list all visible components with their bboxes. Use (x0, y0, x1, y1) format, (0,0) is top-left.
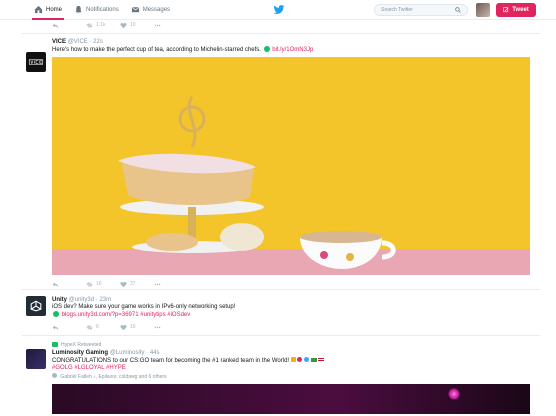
reply-button[interactable] (52, 324, 86, 331)
tweet-author-handle[interactable]: @VICE (68, 39, 88, 45)
verified-icon (263, 46, 270, 52)
heart-emoji-icon (304, 357, 310, 362)
more-dots-icon (154, 283, 161, 285)
retweet-count: 16 (96, 281, 102, 287)
nav-notifications-label: Notifications (86, 6, 119, 13)
retweeted-by-label[interactable]: HypeX Retweeted (61, 342, 101, 348)
more-dots-icon (154, 326, 161, 328)
reply-icon (52, 281, 59, 287)
nav-messages[interactable]: Messages (125, 0, 176, 20)
retweet-button[interactable]: 16 (86, 281, 120, 288)
party-emoji-icon (297, 357, 303, 362)
timeline-stream: 1.1k 10 VICE @VICE · 22s Here's how to m… (22, 20, 540, 416)
nav-home[interactable]: Home (28, 0, 68, 20)
compose-tweet-button[interactable]: Tweet (496, 3, 536, 17)
previous-tweet-actions: 1.1k 10 (22, 20, 540, 34)
like-count: 37 (130, 281, 136, 287)
tweet-author-name[interactable]: VICE (52, 39, 66, 45)
like-button[interactable]: 16 (120, 324, 154, 331)
tweet-timestamp[interactable]: 44s (150, 350, 160, 356)
tweet-timestamp[interactable]: 22s (93, 39, 103, 45)
unity-avatar[interactable] (26, 296, 46, 316)
heart-icon (120, 22, 127, 28)
tweet-link[interactable]: blogs.unity3d.com/?p=36971 #unitytips #i… (62, 312, 191, 318)
search-input[interactable]: Search Twitter (374, 4, 468, 16)
retweet-indicator-icon (52, 342, 58, 347)
vice-avatar[interactable] (26, 52, 46, 72)
tweet-text: CONGRATULATIONS to our CS:GO team for be… (52, 358, 290, 364)
retweet-button[interactable]: 1.1k (86, 22, 120, 29)
trophy-emoji-icon (290, 357, 296, 362)
tweet-link[interactable]: bit.ly/1OmN3Jp (272, 47, 313, 53)
search-icon[interactable] (455, 7, 461, 13)
tweet-author-handle[interactable]: @Luminosity (110, 350, 145, 356)
reply-button[interactable] (52, 281, 86, 288)
tweet-text: Here's how to make the perfect cup of te… (52, 47, 261, 53)
nav-notifications[interactable]: Notifications (68, 0, 125, 20)
tweet-timestamp[interactable]: 23m (99, 297, 111, 303)
check-icon (53, 311, 59, 317)
retweet-button[interactable]: 6 (86, 324, 120, 331)
unity-logo-icon (30, 300, 42, 312)
profile-avatar[interactable] (476, 3, 490, 17)
flag-usa-icon (318, 358, 325, 362)
like-count: 16 (130, 324, 136, 330)
twitter-bird-icon[interactable] (273, 5, 285, 15)
like-button[interactable]: 10 (120, 22, 154, 29)
luminosity-avatar[interactable] (26, 349, 46, 369)
flag-brazil-icon (310, 358, 317, 362)
cake-stand-illustration (118, 96, 396, 269)
like-button[interactable]: 37 (120, 281, 154, 288)
home-icon (34, 5, 43, 14)
tweet-author-name[interactable]: Luminosity Gaming (52, 350, 108, 356)
tweet-text: iOS dev? Make sure your game works in IP… (52, 304, 236, 310)
nav-home-label: Home (46, 6, 63, 13)
retweet-icon (86, 282, 93, 286)
envelope-icon (131, 6, 140, 13)
liked-by-label[interactable]: Gabriel Fatleh ♪, Epilaxor, coldawg and … (60, 374, 166, 380)
retweet-icon (86, 23, 93, 27)
tweet-unity[interactable]: Unity @unity3d · 23m iOS dev? Make sure … (22, 290, 540, 336)
top-navigation-bar: Home Notifications Messages Search Twitt… (0, 0, 556, 20)
more-button[interactable] (154, 281, 188, 288)
tweet-hashtags[interactable]: #GOLG #LGLOYAL #HYPE (52, 365, 540, 372)
compose-icon (503, 7, 509, 13)
like-count: 10 (130, 22, 136, 28)
tweet-photo-tea-cakes[interactable] (52, 57, 530, 275)
tweet-luminosity[interactable]: HypeX Retweeted Luminosity Gaming @Lumin… (22, 336, 540, 416)
tweet-author-name[interactable]: Unity (52, 297, 67, 303)
tweet-author-handle[interactable]: @unity3d (69, 297, 94, 303)
retweet-icon (86, 325, 93, 329)
tweet-vice[interactable]: VICE @VICE · 22s Here's how to make the … (22, 34, 540, 290)
heart-icon (120, 324, 127, 330)
more-button[interactable] (154, 22, 188, 29)
more-button[interactable] (154, 324, 188, 331)
reply-icon (52, 324, 59, 330)
liked-by-heart-icon (52, 373, 57, 378)
heart-icon (120, 281, 127, 287)
retweet-count: 1.1k (96, 22, 106, 28)
search-placeholder: Search Twitter (381, 7, 413, 13)
more-dots-icon (154, 24, 161, 26)
nav-messages-label: Messages (142, 6, 171, 13)
compose-tweet-label: Tweet (512, 7, 529, 13)
bell-icon (75, 5, 82, 14)
retweet-count: 6 (96, 324, 99, 330)
reply-button[interactable] (52, 22, 86, 29)
vice-logo-icon (28, 59, 44, 65)
reply-icon (52, 22, 59, 28)
